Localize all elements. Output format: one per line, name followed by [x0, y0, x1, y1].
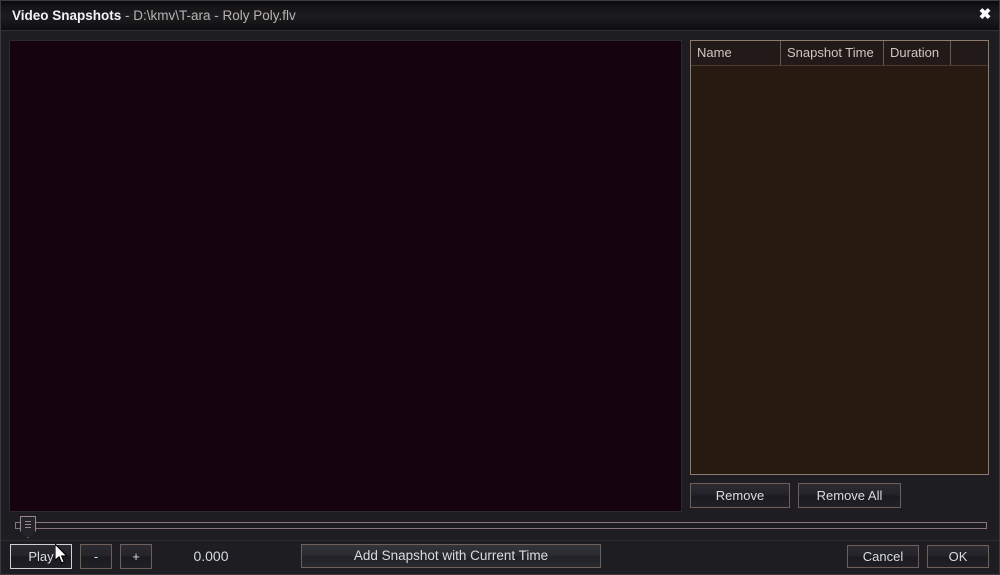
timeline-handle-grip-line: [25, 527, 31, 528]
decrement-button[interactable]: -: [80, 544, 112, 569]
play-button[interactable]: Play: [10, 544, 72, 569]
close-icon[interactable]: ✖: [974, 4, 996, 26]
snapshot-list-header: Name Snapshot Time Duration: [691, 41, 988, 66]
column-header-name[interactable]: Name: [691, 41, 781, 65]
timeline-handle-grip-line: [25, 521, 31, 522]
cancel-button[interactable]: Cancel: [847, 545, 919, 568]
snapshot-list-panel: Name Snapshot Time Duration: [690, 40, 989, 475]
snapshot-list-body[interactable]: [691, 66, 988, 474]
remove-all-button[interactable]: Remove All: [798, 483, 901, 508]
timeline-track[interactable]: [15, 522, 987, 529]
ok-button[interactable]: OK: [927, 545, 989, 568]
window-title-file-path: - D:\kmv\T-ara - Roly Poly.flv: [121, 8, 296, 23]
video-snapshots-window: Video Snapshots - D:\kmv\T-ara - Roly Po…: [0, 0, 1000, 575]
window-title-main: Video Snapshots: [12, 8, 122, 23]
add-snapshot-button[interactable]: Add Snapshot with Current Time: [301, 544, 601, 568]
increment-button[interactable]: +: [120, 544, 152, 569]
remove-button[interactable]: Remove: [690, 483, 790, 508]
timeline-slider[interactable]: [9, 516, 989, 538]
column-header-snapshot-time[interactable]: Snapshot Time: [781, 41, 884, 65]
window-title: Video Snapshots - D:\kmv\T-ara - Roly Po…: [12, 7, 296, 24]
video-preview-area[interactable]: [9, 40, 682, 512]
title-bar: Video Snapshots - D:\kmv\T-ara - Roly Po…: [1, 1, 999, 31]
timeline-handle[interactable]: [20, 516, 36, 538]
current-time-display: 0.000: [193, 548, 229, 564]
timeline-handle-grip-line: [25, 524, 31, 525]
column-header-duration[interactable]: Duration: [884, 41, 951, 65]
column-header-extra[interactable]: [951, 41, 988, 65]
